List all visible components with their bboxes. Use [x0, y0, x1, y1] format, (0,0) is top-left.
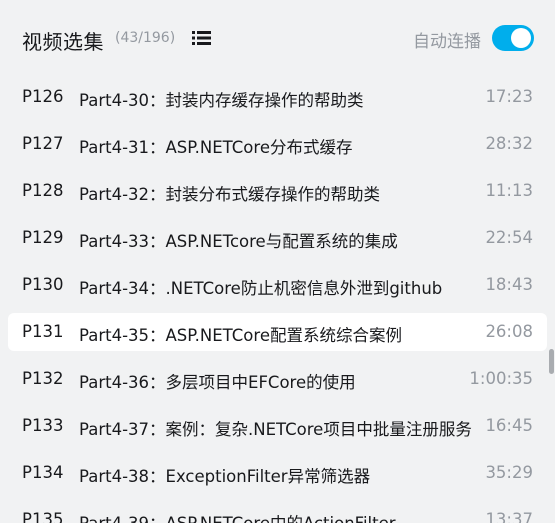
toggle-knob [511, 28, 531, 48]
episode-title: Part4-39：ASP.NETCore中的ActionFilter [79, 510, 483, 523]
episode-number: P128 [22, 181, 64, 200]
episode-item[interactable]: P129 Part4-33：ASP.NETcore与配置系统的集成 22:54 [8, 219, 547, 257]
episode-item[interactable]: P128 Part4-32：封装分布式缓存操作的帮助类 11:13 [8, 172, 547, 210]
episode-title: Part4-30：封装内存缓存操作的帮助类 [79, 91, 364, 110]
episode-number: P130 [22, 275, 64, 294]
autoplay-label: 自动连播 [413, 32, 481, 52]
episode-duration: 35:29 [485, 463, 533, 482]
scrollbar-thumb[interactable] [549, 349, 554, 374]
episode-item[interactable]: P126 Part4-30：封装内存缓存操作的帮助类 17:23 [8, 78, 547, 116]
episode-title: Part4-35：ASP.NETCore配置系统综合案例 [79, 326, 402, 345]
episode-number: P133 [22, 416, 64, 435]
episode-number: P127 [22, 134, 64, 153]
list-icon[interactable] [192, 30, 211, 46]
episode-title: Part4-31：ASP.NETCore分布式缓存 [79, 138, 353, 157]
episode-number: P131 [22, 322, 64, 341]
episode-duration: 18:43 [485, 275, 533, 294]
episode-duration: 26:08 [485, 322, 533, 341]
episode-title: Part4-38：ExceptionFilter异常筛选器 [79, 467, 371, 486]
episode-item[interactable]: P127 Part4-31：ASP.NETCore分布式缓存 28:32 [8, 125, 547, 163]
episode-duration: 13:37 [485, 510, 533, 523]
episode-duration: 22:54 [485, 228, 533, 247]
episode-item[interactable]: P133 Part4-37：案例：复杂.NETCore项目中批量注册服务 16:45 [8, 407, 547, 445]
episode-duration: 17:23 [485, 87, 533, 106]
episode-item[interactable]: P132 Part4-36：多层项目中EFCore的使用 1:00:35 [8, 360, 547, 398]
episode-title: Part4-36：多层项目中EFCore的使用 [79, 373, 356, 392]
panel-title: 视频选集 [22, 30, 104, 54]
episode-header: 视频选集 (43/196) 自动连播 [0, 0, 555, 66]
episode-duration: 16:45 [485, 416, 533, 435]
episode-duration: 11:13 [485, 181, 533, 200]
episode-item[interactable]: P134 Part4-38：ExceptionFilter异常筛选器 35:29 [8, 454, 547, 492]
episode-panel: P125Part4-29：ASP.NETCore缓存雪崩的问题09:06P126… [0, 0, 555, 523]
autoplay-toggle[interactable] [492, 25, 534, 51]
episode-number: P129 [22, 228, 64, 247]
episode-number: P134 [22, 463, 64, 482]
episode-item[interactable]: P130 Part4-34：.NETCore防止机密信息外泄到github 18:4… [8, 266, 547, 304]
episode-number: P132 [22, 369, 64, 388]
episode-title: Part4-32：封装分布式缓存操作的帮助类 [79, 185, 381, 204]
episode-count: (43/196) [115, 30, 176, 46]
episode-number: P126 [22, 87, 64, 106]
episode-title: Part4-34：.NETCore防止机密信息外泄到github [79, 279, 443, 298]
episode-duration: 1:00:35 [469, 369, 533, 388]
episode-title: Part4-33：ASP.NETcore与配置系统的集成 [79, 232, 398, 251]
episode-item[interactable]: P135 Part4-39：ASP.NETCore中的ActionFilter13… [8, 501, 547, 523]
episode-item-active[interactable]: P131 Part4-35：ASP.NETCore配置系统综合案例 26:08 [8, 313, 547, 351]
episode-title: Part4-37：案例：复杂.NETCore项目中批量注册服务 [79, 420, 472, 439]
episode-number: P135 [22, 510, 64, 523]
episode-duration: 28:32 [485, 134, 533, 153]
